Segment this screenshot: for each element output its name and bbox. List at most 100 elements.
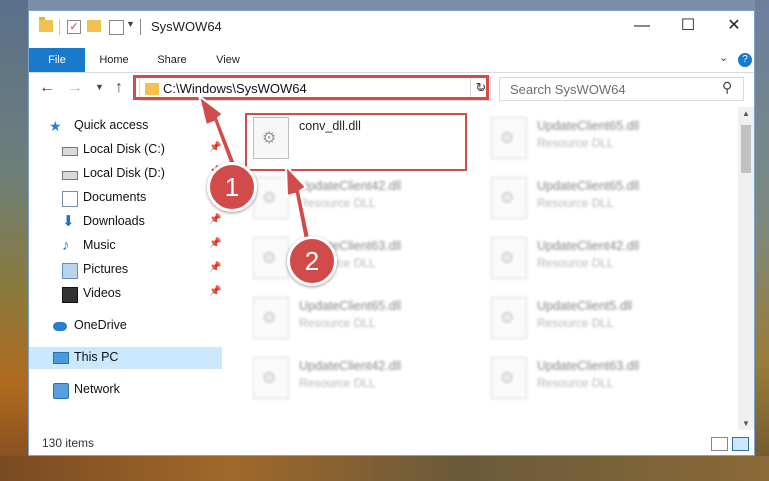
tab-file[interactable]: File xyxy=(29,48,85,72)
file-item[interactable]: UpdateClient42.dll Resource DLL xyxy=(483,233,713,289)
sidebar-item-local-disk-d[interactable]: Local Disk (D:) 📌 xyxy=(29,163,222,185)
pin-icon[interactable]: 📌 xyxy=(209,142,221,153)
ribbon-tabs: File Home Share View ⌄ ? xyxy=(29,48,754,73)
sidebar-item-network[interactable]: Network xyxy=(29,379,222,401)
sidebar-item-downloads[interactable]: ⬇ Downloads 📌 xyxy=(29,211,222,233)
dll-file-icon xyxy=(491,297,527,339)
folder-icon xyxy=(39,17,53,32)
star-icon: ★ xyxy=(49,118,62,134)
file-item[interactable]: UpdateClient5.dll Resource DLL xyxy=(483,293,713,349)
navigation-bar: ← → ▼ ↑ C:\Windows\SysWOW64 ⌄ ↻ ⚲ xyxy=(29,73,754,105)
file-name: UpdateClient5.dll xyxy=(537,299,633,313)
help-icon[interactable]: ? xyxy=(738,53,752,67)
sidebar-item-label: OneDrive xyxy=(74,318,127,332)
address-bar-highlight xyxy=(133,75,489,100)
scroll-down-icon[interactable]: ▼ xyxy=(742,419,750,428)
cloud-icon xyxy=(53,322,67,331)
sidebar-item-documents[interactable]: Documents 📌 xyxy=(29,187,222,209)
sidebar-item-pictures[interactable]: Pictures 📌 xyxy=(29,259,222,281)
pin-icon[interactable]: 📌 xyxy=(209,262,221,273)
sidebar-item-quick-access[interactable]: ★ Quick access xyxy=(29,115,222,137)
tab-home[interactable]: Home xyxy=(89,48,139,72)
sidebar-item-label: Videos xyxy=(83,286,121,300)
file-item[interactable]: UpdateClient65.dll Resource DLL xyxy=(483,173,713,229)
sidebar-item-label: Music xyxy=(83,238,116,252)
file-type: Resource DLL xyxy=(537,376,614,390)
sidebar-item-label: Documents xyxy=(83,190,147,204)
file-name: UpdateClient42.dll xyxy=(537,239,640,253)
window-title: SysWOW64 xyxy=(151,19,222,34)
back-arrow-icon[interactable]: ← xyxy=(39,79,55,97)
recent-locations-chevron-icon[interactable]: ▼ xyxy=(95,82,104,92)
sidebar-item-label: Downloads xyxy=(83,214,145,228)
item-count: 130 items xyxy=(42,436,95,450)
file-item[interactable]: UpdateClient65.dll Resource DLL xyxy=(483,113,713,169)
file-item[interactable]: UpdateClient63.dll Resource DLL xyxy=(245,233,475,289)
dll-file-icon xyxy=(491,357,527,399)
search-input[interactable] xyxy=(501,79,722,99)
file-type: Resource DLL xyxy=(299,316,376,330)
close-button[interactable]: ✕ xyxy=(711,11,754,41)
file-item[interactable]: UpdateClient65.dll Resource DLL xyxy=(245,293,475,349)
file-item[interactable]: UpdateClient42.dll Resource DLL xyxy=(245,173,475,229)
expand-ribbon-icon[interactable]: ⌄ xyxy=(719,51,728,64)
pin-icon[interactable]: 📌 xyxy=(209,286,221,297)
customize-icon[interactable] xyxy=(109,20,124,35)
file-type: Resource DLL xyxy=(299,196,376,210)
maximize-button[interactable]: ☐ xyxy=(665,11,711,41)
file-name: UpdateClient63.dll xyxy=(537,359,640,373)
file-name: UpdateClient65.dll xyxy=(537,179,640,193)
file-type: Resource DLL xyxy=(537,196,614,210)
desktop-background-right xyxy=(755,0,769,481)
sidebar-item-music[interactable]: ♪ Music 📌 xyxy=(29,235,222,257)
search-icon[interactable]: ⚲ xyxy=(722,79,732,96)
desktop-background-left xyxy=(0,0,28,481)
up-arrow-icon[interactable]: ↑ xyxy=(115,79,123,97)
sidebar-item-label: Quick access xyxy=(74,118,149,132)
pin-icon[interactable]: 📌 xyxy=(209,214,221,225)
dll-file-icon xyxy=(253,297,289,339)
details-view-icon[interactable] xyxy=(711,437,728,451)
search-box[interactable]: ⚲ xyxy=(499,77,744,101)
file-item[interactable]: UpdateClient42.dll Resource DLL xyxy=(245,353,475,409)
disk-icon xyxy=(62,171,78,180)
chevron-down-icon[interactable]: ▼ xyxy=(126,19,135,29)
properties-check-icon[interactable]: ✓ xyxy=(67,20,81,34)
computer-icon xyxy=(53,352,69,364)
pin-icon[interactable]: 📌 xyxy=(209,238,221,249)
title-bar: ✓ ▼ SysWOW64 — ☐ ✕ xyxy=(29,11,754,43)
documents-icon xyxy=(62,191,78,207)
desktop-background-bottom xyxy=(0,456,769,481)
sidebar-item-label: Local Disk (C:) xyxy=(83,142,165,156)
status-bar: 130 items xyxy=(29,433,754,455)
sidebar-item-label: Network xyxy=(74,382,120,396)
callout-step-2: 2 xyxy=(287,236,337,286)
sidebar-item-this-pc[interactable]: This PC xyxy=(29,347,222,369)
sidebar-item-label: Pictures xyxy=(83,262,129,276)
sidebar-item-local-disk-c[interactable]: Local Disk (C:) 📌 xyxy=(29,139,222,161)
file-highlight xyxy=(245,113,467,171)
file-type: Resource DLL xyxy=(537,316,614,330)
scroll-up-icon[interactable]: ▲ xyxy=(742,109,750,118)
divider xyxy=(59,19,60,35)
navigation-pane: ★ Quick access Local Disk (C:) 📌 Local D… xyxy=(29,111,225,431)
file-name: UpdateClient42.dll xyxy=(299,359,402,373)
vertical-scrollbar[interactable]: ▲ ▼ xyxy=(738,107,754,430)
file-name: UpdateClient42.dll xyxy=(299,179,402,193)
tab-share[interactable]: Share xyxy=(147,48,197,72)
large-icons-view-icon[interactable] xyxy=(732,437,749,451)
tab-view[interactable]: View xyxy=(205,48,251,72)
dll-file-icon xyxy=(491,177,527,219)
dll-file-icon xyxy=(491,117,527,159)
file-item[interactable]: UpdateClient63.dll Resource DLL xyxy=(483,353,713,409)
new-folder-icon[interactable] xyxy=(87,20,101,32)
sidebar-item-videos[interactable]: Videos 📌 xyxy=(29,283,222,305)
sidebar-item-onedrive[interactable]: OneDrive xyxy=(29,315,222,337)
dll-file-icon xyxy=(253,237,289,279)
file-explorer-window: ✓ ▼ SysWOW64 — ☐ ✕ File Home Share View … xyxy=(28,10,755,456)
minimize-button[interactable]: — xyxy=(619,11,665,41)
network-icon xyxy=(53,383,69,399)
scroll-thumb[interactable] xyxy=(741,125,751,173)
forward-arrow-icon[interactable]: → xyxy=(67,79,83,97)
download-icon: ⬇ xyxy=(62,213,75,230)
